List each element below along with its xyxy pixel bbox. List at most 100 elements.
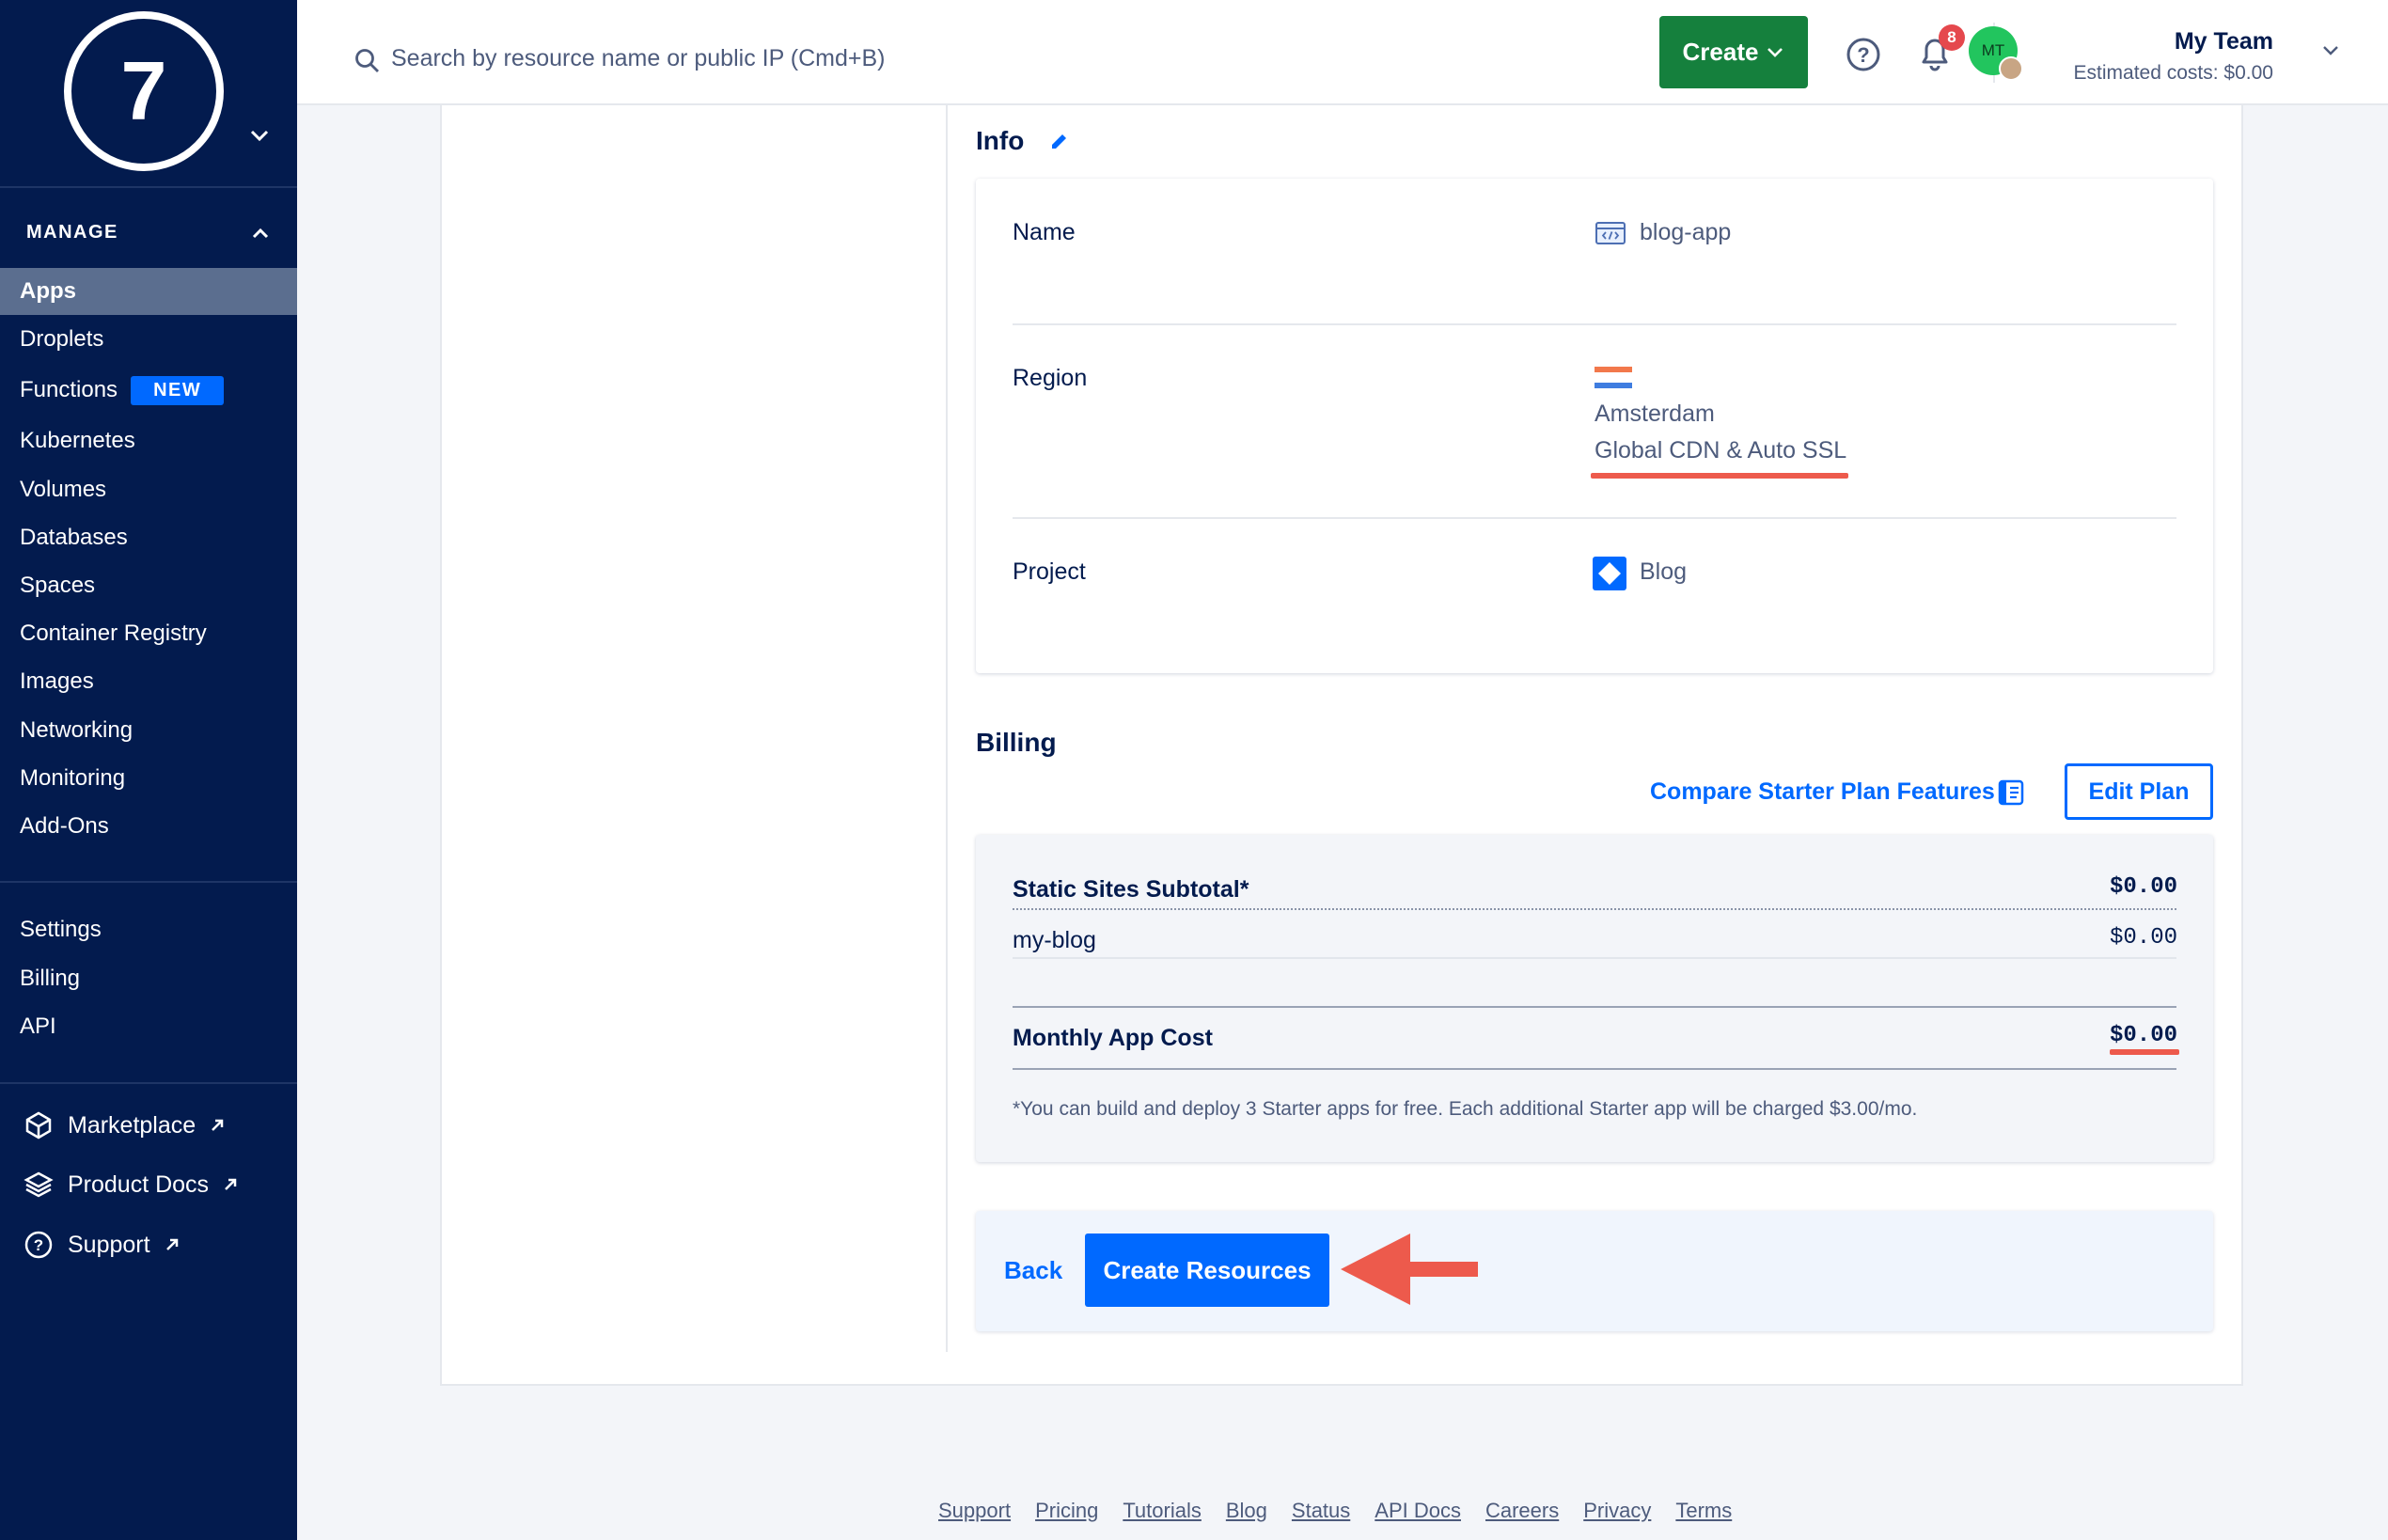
line-item-label: my-blog <box>1013 927 1096 953</box>
sidebar-item-label: Add-Ons <box>20 813 109 839</box>
sidebar-item-functions[interactable]: Functions NEW <box>0 367 297 414</box>
account-menu-chevron-icon[interactable] <box>2320 43 2341 58</box>
sidebar-item-label: Billing <box>20 966 81 991</box>
footer-link-api-docs[interactable]: API Docs <box>1375 1499 1461 1523</box>
sidebar-item-images[interactable]: Images <box>0 658 297 705</box>
compare-features-icon[interactable] <box>1997 778 2025 807</box>
sidebar-divider <box>0 186 297 188</box>
sidebar-item-label: Support <box>68 1231 150 1258</box>
footer-link-blog[interactable]: Blog <box>1226 1499 1267 1523</box>
monthly-bottom-divider <box>1013 1068 2176 1070</box>
sidebar-item-label: Product Docs <box>68 1171 210 1198</box>
sidebar-item-volumes[interactable]: Volumes <box>0 466 297 513</box>
info-name-label: Name <box>1013 219 1076 245</box>
create-button-label: Create <box>1682 38 1759 66</box>
avatar-initials: MT <box>1981 41 2005 59</box>
info-region-value: Amsterdam <box>1595 401 1715 427</box>
sidebar-item-label: Images <box>20 668 94 694</box>
support-icon: ? <box>23 1229 55 1261</box>
estimated-costs: Estimated costs: $0.00 <box>2073 62 2273 84</box>
edit-plan-button[interactable]: Edit Plan <box>2065 763 2213 820</box>
edit-plan-label: Edit Plan <box>2088 778 2190 805</box>
footer-link-terms[interactable]: Terms <box>1675 1499 1732 1523</box>
monthly-cost-label: Monthly App Cost <box>1013 1025 1213 1051</box>
manage-section-header[interactable]: MANAGE <box>26 222 271 244</box>
subtotal-label: Static Sites Subtotal* <box>1013 876 1249 903</box>
team-logo[interactable]: 7 <box>64 11 224 171</box>
sidebar-item-add-ons[interactable]: Add-Ons <box>0 803 297 850</box>
sidebar-item-label: Functions <box>20 377 118 402</box>
back-button[interactable]: Back <box>1004 1256 1062 1285</box>
billing-note: *You can build and deploy 3 Starter apps… <box>1013 1098 1918 1120</box>
sidebar-item-droplets[interactable]: Droplets <box>0 316 297 363</box>
sidebar-item-spaces[interactable]: Spaces <box>0 562 297 609</box>
sidebar-item-container-registry[interactable]: Container Registry <box>0 610 297 657</box>
subtotal-dotted-divider <box>1013 908 2176 910</box>
info-region-label: Region <box>1013 365 1088 391</box>
sidebar-item-label: Networking <box>20 717 134 743</box>
sidebar-item-billing[interactable]: Billing <box>0 955 297 1002</box>
sidebar-item-label: Marketplace <box>68 1111 196 1139</box>
line-item-amount: $0.00 <box>2109 925 2177 951</box>
billing-section-title: Billing <box>976 728 1057 757</box>
edit-pencil-icon[interactable] <box>1047 130 1072 154</box>
sidebar-item-label: Container Registry <box>20 621 207 646</box>
sidebar-item-apps[interactable]: Apps <box>0 268 297 315</box>
sidebar-item-product-docs[interactable]: Product Docs <box>0 1161 297 1208</box>
help-icon[interactable]: ? <box>1845 36 1882 73</box>
column-divider <box>946 105 948 1352</box>
footer-link-status[interactable]: Status <box>1292 1499 1350 1523</box>
sidebar-item-label: Settings <box>20 917 102 942</box>
team-switcher-chevron-icon[interactable] <box>246 126 273 145</box>
info-region-feature: Global CDN & Auto SSL <box>1595 437 1847 464</box>
sidebar-item-databases[interactable]: Databases <box>0 514 297 561</box>
svg-text:?: ? <box>34 1236 43 1254</box>
create-resources-button[interactable]: Create Resources <box>1085 1234 1329 1307</box>
new-badge: NEW <box>131 375 225 405</box>
create-resources-label: Create Resources <box>1103 1255 1312 1284</box>
subtotal-amount: $0.00 <box>2109 874 2177 900</box>
sidebar-item-label: Droplets <box>20 326 104 352</box>
footer-link-careers[interactable]: Careers <box>1485 1499 1559 1523</box>
search-input[interactable] <box>391 38 1237 79</box>
create-button[interactable]: Create <box>1659 16 1808 88</box>
sidebar-item-label: Apps <box>20 278 76 304</box>
svg-text:?: ? <box>1857 43 1869 67</box>
sidebar-item-label: Spaces <box>20 573 96 598</box>
manage-section-label: MANAGE <box>26 222 118 243</box>
sidebar-item-settings[interactable]: Settings <box>0 906 297 953</box>
footer-link-tutorials[interactable]: Tutorials <box>1123 1499 1202 1523</box>
sidebar-item-api[interactable]: API <box>0 1003 297 1050</box>
info-row-divider <box>1013 323 2176 325</box>
sidebar-item-networking[interactable]: Networking <box>0 707 297 754</box>
line-item-divider <box>1013 957 2176 959</box>
team-name[interactable]: My Team <box>2175 28 2273 55</box>
sidebar-item-marketplace[interactable]: Marketplace <box>0 1102 297 1149</box>
search-icon <box>355 49 379 72</box>
sidebar-item-monitoring[interactable]: Monitoring <box>0 755 297 802</box>
footer-link-privacy[interactable]: Privacy <box>1583 1499 1651 1523</box>
sidebar: 7 MANAGE Apps Droplets Functions NEW Kub… <box>0 0 297 1540</box>
docs-icon <box>23 1169 55 1201</box>
external-link-icon <box>165 1238 178 1250</box>
info-project-label: Project <box>1013 558 1086 585</box>
chevron-up-icon <box>252 228 269 238</box>
sidebar-item-kubernetes[interactable]: Kubernetes <box>0 417 297 464</box>
team-logo-number: 7 <box>64 11 224 171</box>
compare-plan-features-link[interactable]: Compare Starter Plan Features <box>1650 778 1995 806</box>
notification-count-badge: 8 <box>1939 24 1965 51</box>
sidebar-item-label: Databases <box>20 525 128 550</box>
marketplace-icon <box>23 1109 55 1141</box>
info-project-value: Blog <box>1640 558 1688 585</box>
sidebar-item-label: Kubernetes <box>20 428 135 453</box>
info-section-title: Info <box>976 126 1025 155</box>
annotation-underline <box>2110 1049 2179 1055</box>
monthly-cost-amount: $0.00 <box>2109 1023 2177 1048</box>
footer-link-pricing[interactable]: Pricing <box>1035 1499 1098 1523</box>
annotation-arrow-icon <box>1341 1234 1478 1305</box>
external-link-icon <box>212 1119 224 1131</box>
sidebar-item-label: Volumes <box>20 477 107 502</box>
sidebar-item-support[interactable]: ? Support <box>0 1221 297 1268</box>
top-bar: Create ? 8 My Team Estimated costs: $0.0… <box>297 0 2388 105</box>
footer-link-support[interactable]: Support <box>938 1499 1011 1523</box>
